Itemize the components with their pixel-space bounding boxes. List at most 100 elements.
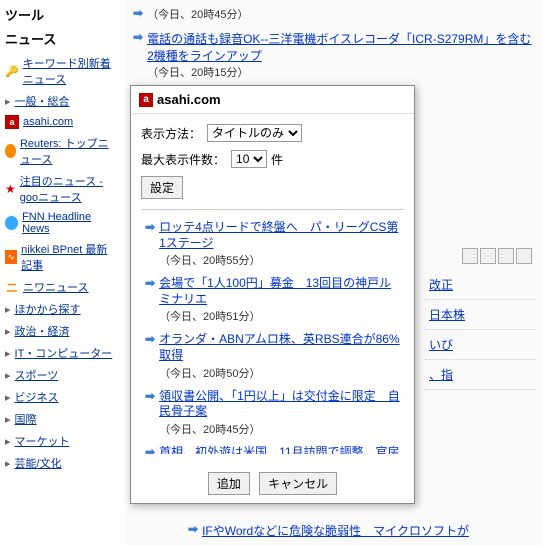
sidebar-item[interactable]: ニニワニュース	[5, 276, 115, 298]
right-link[interactable]: 改正	[425, 270, 535, 300]
sidebar-item[interactable]: a asahi.com	[5, 112, 115, 132]
sidebar-item[interactable]: ▸ ほかから探す	[5, 298, 115, 320]
arrow-icon: ➡	[145, 220, 155, 268]
sidebar-item-label: asahi.com	[23, 116, 73, 128]
article-title[interactable]: ロッテ4点リードで終盤へ パ・リーグCS第1ステージ	[159, 220, 400, 251]
toolbar-button[interactable]	[480, 248, 496, 264]
bg-article[interactable]: ➡ （今日、20時45分）	[125, 2, 542, 26]
sidebar-item-label: スポーツ	[15, 367, 59, 383]
article-time: （今日、20時51分）	[159, 308, 400, 324]
sidebar-item-label: 芸能/文化	[15, 455, 62, 471]
sidebar-item-label: 一般・総合	[15, 93, 70, 109]
sidebar-item-label: マーケット	[15, 433, 70, 449]
list-item[interactable]: ➡オランダ・ABNアムロ株、英RBS連合が86%取得 （今日、20時50分）	[143, 328, 402, 384]
display-method-select[interactable]: タイトルのみ	[207, 124, 302, 142]
sidebar-item[interactable]: ▸ スポーツ	[5, 364, 115, 386]
fnn-icon	[5, 216, 18, 230]
bullet-icon: ▸	[5, 413, 11, 426]
sidebar-item-label: ほかから探す	[15, 301, 81, 317]
bg-article[interactable]: ➡ 電話の通話も録音OK--三洋電機ボイスレコーダ「ICR-S279RM」を含む…	[125, 26, 542, 84]
sidebar-item[interactable]: ▸政治・経済	[5, 320, 115, 342]
bullet-icon: ▸	[5, 457, 11, 470]
arrow-icon: ➡	[145, 332, 155, 380]
bullet-icon: ▸	[5, 325, 11, 338]
toolbar	[462, 248, 532, 264]
tools-heading: ツール	[5, 5, 115, 24]
key-icon: 🔑	[5, 64, 19, 78]
asahi-icon: a	[5, 115, 19, 129]
sidebar-item-label: Reuters: トップニュース	[20, 135, 115, 167]
article-title[interactable]: 領収書公開、「1円以上」は交付金に限定 自民骨子案	[159, 389, 400, 420]
sidebar-item[interactable]: FNN Headline News	[5, 208, 115, 238]
sidebar-item-label: ビジネス	[15, 389, 59, 405]
article-title[interactable]: 電話の通話も録音OK--三洋電機ボイスレコーダ「ICR-S279RM」を含む2機…	[147, 32, 531, 63]
list-item[interactable]: ➡領収書公開、「1円以上」は交付金に限定 自民骨子案（今日、20時45分）	[143, 385, 402, 441]
max-items-suffix: 件	[271, 151, 283, 168]
star-icon: ★	[5, 182, 16, 196]
arrow-icon: ➡	[133, 6, 143, 22]
arrow-icon: ➡	[145, 389, 155, 437]
bullet-icon: ▸	[5, 95, 11, 108]
bg-article-bottom[interactable]: ➡ IFやWordなどに危険な脆弱性 マイクロソフトが	[180, 518, 477, 543]
sidebar-item[interactable]: 🔑 キーワード別新着ニュース	[5, 52, 115, 90]
toolbar-button[interactable]	[516, 248, 532, 264]
max-items-label: 最大表示件数：	[141, 151, 225, 168]
bullet-icon: ▸	[5, 303, 11, 316]
sidebar-item[interactable]: ▸ 国際	[5, 408, 115, 430]
sidebar-item-label: 国際	[15, 411, 37, 427]
article-title[interactable]: 首相、初外遊は米国 11月訪問で調整、官房長官明かす	[159, 445, 400, 454]
list-item[interactable]: ➡会場で「1人100円」募金 13回目の神戸ルミナリエ（今日、20時51分）	[143, 272, 402, 328]
bullet-icon: ▸	[5, 369, 11, 382]
article-title[interactable]: 会場で「1人100円」募金 13回目の神戸ルミナリエ	[159, 276, 400, 307]
article-list[interactable]: ➡ロッテ4点リードで終盤へ パ・リーグCS第1ステージ（今日、20時55分）➡会…	[141, 209, 404, 454]
sidebar-item[interactable]: ▸ ビジネス	[5, 386, 115, 408]
bullet-icon: ▸	[5, 347, 11, 360]
settings-button[interactable]: 設定	[141, 176, 183, 199]
right-link[interactable]: 、指	[425, 360, 535, 390]
sidebar-item[interactable]: ▸ マーケット	[5, 430, 115, 452]
article-time: （今日、20時15分）	[147, 64, 534, 80]
right-panel: 改正 日本株 いび 、指	[425, 270, 535, 390]
sidebar-item[interactable]: Reuters: トップニュース	[5, 132, 115, 170]
bullet-icon: ▸	[5, 435, 11, 448]
sidebar-item[interactable]: ∿ nikkei BPnet 最新記事	[5, 238, 115, 276]
arrow-icon: ➡	[188, 522, 198, 539]
sidebar-item-label: nikkei BPnet 最新記事	[21, 241, 115, 273]
article-title[interactable]: オランダ・ABNアムロ株、英RBS連合が86%取得	[159, 332, 400, 363]
asahi-logo-icon: a	[139, 93, 153, 107]
arrow-icon: ➡	[133, 30, 143, 80]
dialog-titlebar: a asahi.com	[131, 86, 414, 114]
article-time: （今日、20時50分）	[159, 365, 400, 381]
sidebar-item[interactable]: ▸ IT・コンピューター	[5, 342, 115, 364]
sidebar-item[interactable]: ▸ 芸能/文化	[5, 452, 115, 474]
add-button[interactable]: 追加	[208, 472, 250, 495]
sidebar-item-label: 注目のニュース - gooニュース	[20, 173, 115, 205]
arrow-icon: ➡	[145, 276, 155, 324]
sidebar-item-label: ニワニュース	[23, 279, 88, 295]
toolbar-button[interactable]	[498, 248, 514, 264]
niwa-icon: ニ	[5, 280, 19, 294]
arrow-icon: ➡	[145, 445, 155, 454]
sidebar-item-label: IT・コンピューター	[15, 345, 113, 361]
list-item[interactable]: ➡ロッテ4点リードで終盤へ パ・リーグCS第1ステージ（今日、20時55分）	[143, 216, 402, 272]
sidebar: ツール ニュース 🔑 キーワード別新着ニュース ▸ 一般・総合 a asahi.com Re…	[0, 0, 120, 545]
dialog-title: asahi.com	[157, 92, 221, 107]
reuters-icon	[5, 144, 16, 158]
feed-dialog: a asahi.com 表示方法： タイトルのみ 最大表示件数： 10 件 設定…	[130, 85, 415, 504]
right-link[interactable]: いび	[425, 330, 535, 360]
list-item[interactable]: ➡ 首相、初外遊は米国 11月訪問で調整、官房長官明かす	[143, 441, 402, 454]
article-time: （今日、20時55分）	[159, 252, 400, 268]
cancel-button[interactable]: キャンセル	[259, 472, 337, 495]
sidebar-item-label: キーワード別新着ニュース	[23, 55, 115, 87]
toolbar-button[interactable]	[462, 248, 478, 264]
rss-icon: ∿	[5, 250, 17, 264]
article-time: （今日、20時45分）	[159, 421, 400, 437]
sidebar-item[interactable]: ★ 注目のニュース - gooニュース	[5, 170, 115, 208]
news-heading: ニュース	[5, 29, 115, 48]
article-title[interactable]: IFやWordなどに危険な脆弱性 マイクロソフトが	[202, 522, 469, 539]
sidebar-item[interactable]: ▸ 一般・総合	[5, 90, 115, 112]
sidebar-item-label: FNN Headline News	[22, 211, 115, 235]
max-items-select[interactable]: 10	[231, 150, 267, 168]
bullet-icon: ▸	[5, 391, 11, 404]
right-link[interactable]: 日本株	[425, 300, 535, 330]
